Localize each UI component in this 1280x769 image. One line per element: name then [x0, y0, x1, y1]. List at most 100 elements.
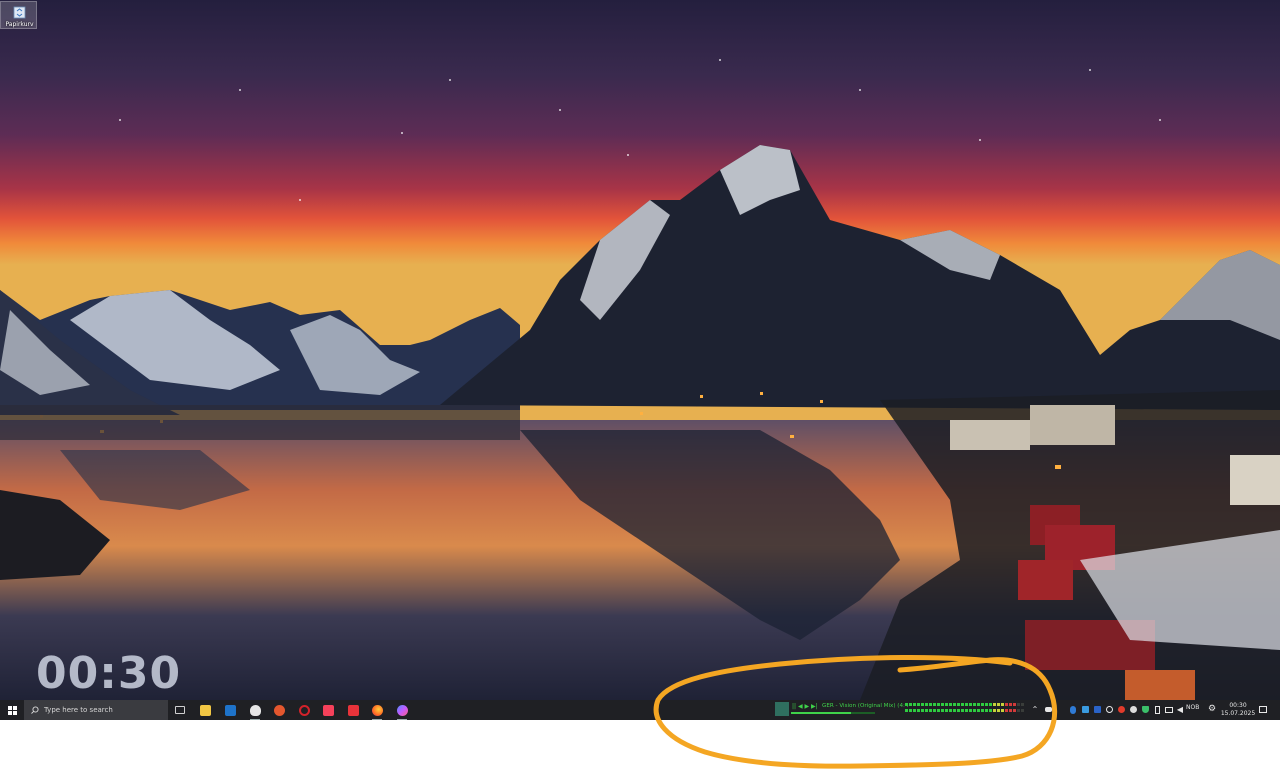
- taskbar-clock-date[interactable]: 15.07.2025: [1220, 710, 1256, 717]
- meter-segment: [905, 709, 908, 712]
- meter-segment: [993, 709, 996, 712]
- taskbar-search-box[interactable]: Type here to search: [24, 700, 168, 720]
- meter-segment: [921, 703, 924, 706]
- opera-icon: [298, 704, 310, 716]
- media-progress-bar[interactable]: [791, 712, 875, 714]
- meter-segment: [1005, 709, 1008, 712]
- taskbar-app-gradient[interactable]: [393, 702, 411, 720]
- meter-segment: [933, 709, 936, 712]
- meter-segment: [953, 709, 956, 712]
- network-icon[interactable]: [1164, 704, 1174, 715]
- gradient-circle-icon: [396, 704, 408, 716]
- meter-segment: [1005, 703, 1008, 706]
- meter-segment: [925, 703, 928, 706]
- audio-level-meter-right: [905, 709, 1025, 712]
- meter-segment: [953, 703, 956, 706]
- blank-area-below-screen: [0, 720, 1280, 769]
- meter-segment: [949, 709, 952, 712]
- meter-segment: [981, 703, 984, 706]
- desktop-icon-recycle-bin[interactable]: Papirkurv: [0, 1, 37, 29]
- meter-segment: [1013, 709, 1016, 712]
- language-indicator[interactable]: NOB: [1186, 704, 1199, 711]
- meter-segment: [997, 709, 1000, 712]
- media-controls[interactable]: || ◀ ▶ ▶|: [792, 703, 818, 710]
- alien-icon: [249, 704, 261, 716]
- desktop-icon-label: Papirkurv: [5, 21, 34, 28]
- meter-segment: [909, 703, 912, 706]
- taskbar-app-orange[interactable]: [270, 702, 288, 718]
- taskbar-clock-time[interactable]: 00:30: [1220, 702, 1256, 709]
- taskbar-app-alienware[interactable]: [246, 702, 264, 720]
- album-art: [775, 702, 789, 716]
- bluetooth-icon[interactable]: [1068, 704, 1078, 715]
- meter-segment: [957, 703, 960, 706]
- settings-gear-icon[interactable]: ⚙: [1207, 704, 1217, 715]
- desktop-screen: Papirkurv 00:30 Type here to search || ◀…: [0, 0, 1280, 720]
- firefox-icon: [371, 704, 383, 716]
- start-button[interactable]: [0, 700, 24, 720]
- meter-segment: [1009, 703, 1012, 706]
- tray-overflow-icon[interactable]: ⌃: [1030, 704, 1040, 715]
- taskbar-app-firefox[interactable]: [368, 702, 386, 720]
- clock-widget: 00:30: [36, 648, 182, 699]
- meter-segment: [973, 709, 976, 712]
- meter-segment: [913, 709, 916, 712]
- recycle-bin-icon: [13, 6, 26, 19]
- meter-segment: [1021, 703, 1024, 706]
- meter-segment: [905, 703, 908, 706]
- taskbar-app-music[interactable]: [319, 702, 337, 718]
- meter-segment: [945, 709, 948, 712]
- meter-segment: [937, 709, 940, 712]
- tray-app-icon[interactable]: [1080, 704, 1090, 715]
- tray-app-icon[interactable]: [1128, 704, 1138, 715]
- battery-icon[interactable]: [1152, 704, 1162, 715]
- notification-icon[interactable]: [1258, 704, 1268, 715]
- meter-segment: [1021, 709, 1024, 712]
- meter-segment: [1009, 709, 1012, 712]
- meter-segment: [929, 709, 932, 712]
- meter-segment: [917, 703, 920, 706]
- desktop-wallpaper: [0, 0, 1280, 700]
- meter-segment: [941, 703, 944, 706]
- meter-segment: [997, 703, 1000, 706]
- taskbar-app-outlook[interactable]: [221, 702, 239, 718]
- shield-icon[interactable]: [1140, 704, 1150, 715]
- meter-segment: [993, 703, 996, 706]
- tray-app-icon[interactable]: [1104, 704, 1114, 715]
- meter-segment: [965, 709, 968, 712]
- meter-segment: [913, 703, 916, 706]
- meter-segment: [945, 703, 948, 706]
- meter-segment: [985, 709, 988, 712]
- tray-app-icon[interactable]: [1116, 704, 1126, 715]
- task-view-icon: [175, 706, 185, 714]
- taskbar-app-wps[interactable]: [344, 702, 362, 718]
- taskbar-app-file-explorer[interactable]: [196, 702, 214, 718]
- meter-segment: [1001, 709, 1004, 712]
- meter-segment: [937, 703, 940, 706]
- music-icon: [322, 704, 334, 716]
- meter-segment: [1013, 703, 1016, 706]
- folder-icon: [199, 704, 211, 716]
- now-playing-title: GER - Vision (Original Mix) (4:4: [822, 703, 909, 709]
- meter-segment: [929, 703, 932, 706]
- meter-segment: [921, 709, 924, 712]
- volume-icon[interactable]: ◀: [1175, 704, 1185, 715]
- windows-start-icon: [7, 705, 17, 715]
- tray-app-icon[interactable]: [1092, 704, 1102, 715]
- meter-segment: [965, 703, 968, 706]
- meter-segment: [1001, 703, 1004, 706]
- meter-segment: [989, 709, 992, 712]
- meter-segment: [941, 709, 944, 712]
- meter-segment: [949, 703, 952, 706]
- taskbar-app-opera[interactable]: [295, 702, 313, 718]
- media-progress-fill: [791, 712, 852, 714]
- search-icon: [31, 706, 39, 714]
- wps-office-icon: [347, 704, 359, 716]
- discord-icon[interactable]: [1043, 704, 1053, 715]
- meter-segment: [985, 703, 988, 706]
- meter-segment: [977, 709, 980, 712]
- taskbar-app-task-view[interactable]: [171, 702, 189, 718]
- meter-segment: [961, 709, 964, 712]
- meter-segment: [1017, 709, 1020, 712]
- meter-segment: [969, 703, 972, 706]
